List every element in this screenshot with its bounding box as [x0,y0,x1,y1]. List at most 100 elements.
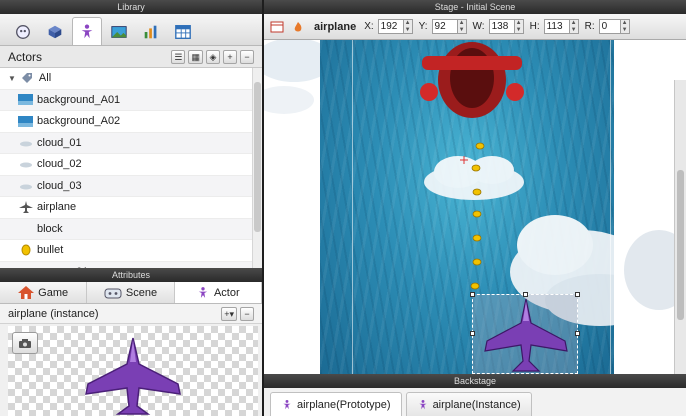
x-input[interactable]: 192 [377,19,404,34]
left-column: Library Actors ☰ ▦ ◈ + − ▼ All backgroun… [0,0,264,416]
library-title: Library [0,0,262,14]
airplane-preview-image [85,337,181,415]
tag-button[interactable]: ◈ [206,49,220,64]
add-behavior-menu[interactable]: +▾ [221,306,237,321]
table-icon [175,24,191,39]
instance-name: airplane (instance) [8,307,99,320]
grid-view-button[interactable]: ▦ [188,49,203,64]
tab-airplane-instance[interactable]: airplane(Instance) [405,392,532,416]
list-item[interactable]: block [0,218,262,240]
y-label: Y: [418,21,428,32]
resize-handle[interactable] [523,292,528,297]
stage-scrollbar[interactable] [674,80,686,374]
list-item-label: background_A01 [37,93,121,106]
expand-arrow-icon[interactable]: ▼ [8,74,16,83]
actor-figure-icon [81,23,93,38]
resize-handle[interactable] [470,331,475,336]
remove-actor-button[interactable]: − [240,49,254,64]
plane-icon [18,201,33,214]
list-view-button[interactable]: ☰ [171,49,186,64]
library-tabs [0,14,262,46]
actors-icon [16,24,30,39]
cube-icon [48,25,62,38]
image-icon [18,115,33,127]
tab-prototype-label: airplane(Prototype) [297,398,391,411]
list-item-label: bullet [37,244,64,257]
w-spinner[interactable]: ▲ ▼ [514,19,524,34]
w-field: W: 138 ▲ ▼ [473,19,524,34]
cloud-icon [18,180,33,192]
flame-icon[interactable] [292,21,304,33]
app-window: Library Actors ☰ ▦ ◈ + − ▼ All backgroun… [0,0,686,416]
y-input[interactable]: 92 [431,19,458,34]
tab-game[interactable]: Game [0,282,88,303]
list-item[interactable]: airplane [0,197,262,219]
cloud-icon [18,158,33,170]
tab-cube[interactable] [40,17,70,45]
tab-actors[interactable] [8,17,38,45]
camera-button[interactable] [12,332,38,354]
remove-behavior-button[interactable]: − [240,306,254,321]
image-icon [18,94,33,106]
actor-list-scrollbar[interactable] [252,68,262,268]
r-label: R: [584,21,595,32]
r-input[interactable]: 0 [598,19,621,34]
airplane-sprite [484,298,568,372]
list-item[interactable]: background_A01 [0,89,262,111]
list-item-label: cloud_02 [37,158,82,171]
list-item-label: block [37,222,63,235]
h-field: H: 113 ▲ ▼ [530,19,579,34]
x-label: X: [364,21,374,32]
list-item[interactable]: cloud_01 [0,132,262,154]
tab-instance-label: airplane(Instance) [432,398,521,411]
resize-handle[interactable] [470,292,475,297]
stage-title: Stage - Initial Scene [264,0,686,14]
actor-figure-icon [198,286,208,298]
tab-image[interactable] [104,17,134,45]
instance-header: airplane (instance) +▾ − [0,304,262,324]
r-field: R: 0 ▲ ▼ [585,19,630,34]
actor-figure-icon [283,399,291,409]
scene-area[interactable] [320,40,614,374]
backstage-title: Backstage [264,374,686,388]
y-field: Y: 92 ▲ ▼ [419,19,467,34]
h-label: H: [529,21,540,32]
h-input[interactable]: 113 [543,19,570,34]
resize-handle[interactable] [575,292,580,297]
list-item-label: background_A02 [37,115,121,128]
actor-figure-icon [418,399,427,409]
bullet-icon [18,244,33,256]
tab-actor-label: Actor [213,286,240,299]
add-actor-button[interactable]: + [223,49,237,64]
tab-actor-figure[interactable] [72,17,102,45]
r-spinner[interactable]: ▲ ▼ [620,19,630,34]
tree-root-label: All [38,72,52,85]
list-item[interactable]: background_A02 [0,111,262,133]
scrollbar-thumb[interactable] [254,82,261,232]
x-spinner[interactable]: ▲ ▼ [403,19,413,34]
list-item[interactable]: bullet [0,240,262,262]
selected-airplane-bounds[interactable] [470,292,580,374]
actors-header: Actors ☰ ▦ ◈ + − [0,46,262,68]
tree-root-all[interactable]: ▼ All [0,68,262,90]
scrollbar-thumb[interactable] [677,170,684,320]
tab-table[interactable] [168,17,198,45]
y-spinner[interactable]: ▲ ▼ [457,19,467,34]
x-field: X: 192 ▲ ▼ [364,19,413,34]
guide-line [610,40,611,374]
tab-scene[interactable]: Scene [87,282,175,303]
tab-chart[interactable] [136,17,166,45]
resize-handle[interactable] [575,331,580,336]
list-item-label: cloud_03 [37,179,82,192]
tab-airplane-prototype[interactable]: airplane(Prototype) [270,392,402,416]
stage-canvas[interactable] [264,40,686,374]
h-spinner[interactable]: ▲ ▼ [569,19,579,34]
stage-toolbar: airplane X: 192 ▲ ▼ Y: 92 ▲ ▼ W: 138 ▲ ▼ H: 113 ▲ ▼ … [264,14,686,40]
tab-actor[interactable]: Actor [174,282,262,303]
layout-icon[interactable] [270,21,284,33]
w-input[interactable]: 138 [488,19,515,34]
list-item[interactable]: cloud_02 [0,154,262,176]
list-item[interactable]: cloud_03 [0,175,262,197]
guide-line [352,40,353,374]
home-icon [18,286,35,299]
